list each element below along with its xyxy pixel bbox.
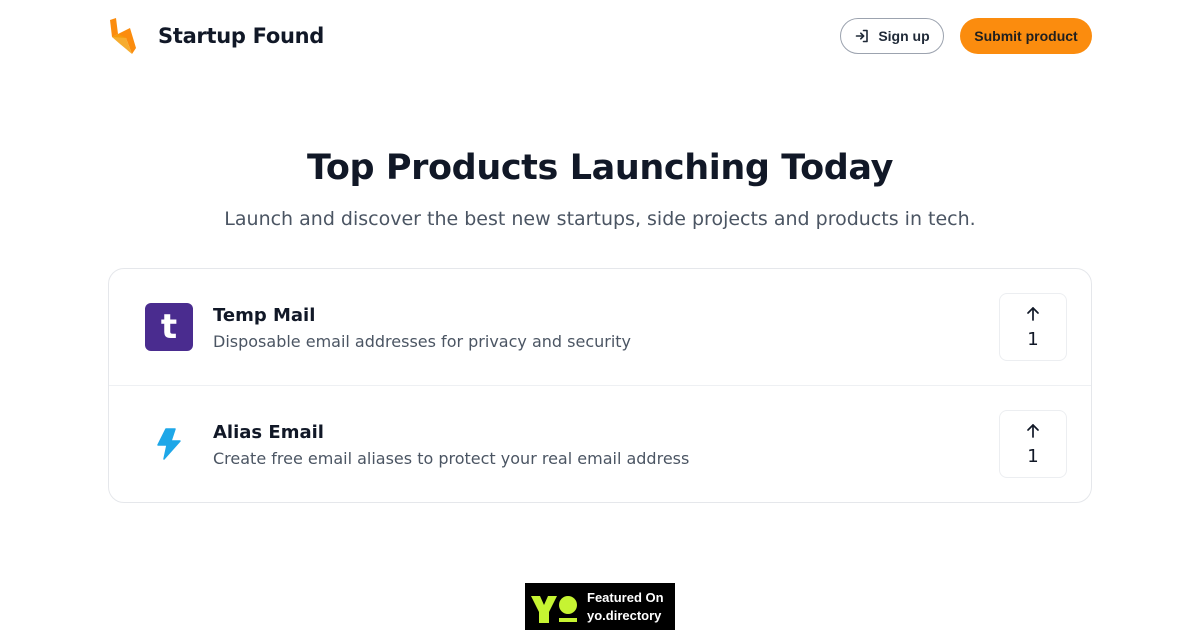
brand[interactable]: Startup Found — [108, 17, 324, 55]
arrow-up-icon — [1027, 306, 1039, 321]
upvote-button[interactable]: 1 — [999, 293, 1067, 361]
product-list: t Temp Mail Disposable email addresses f… — [108, 268, 1092, 503]
sign-up-label: Sign up — [878, 28, 930, 44]
featured-on-yo-directory-badge[interactable]: Featured On yo.directory — [525, 583, 675, 630]
upvote-button[interactable]: 1 — [999, 410, 1067, 478]
product-row-temp-mail[interactable]: t Temp Mail Disposable email addresses f… — [109, 269, 1091, 386]
product-description: Disposable email addresses for privacy a… — [213, 332, 632, 351]
alias-email-logo — [145, 420, 193, 468]
badge-text: Featured On yo.directory — [587, 589, 664, 625]
site-header: Startup Found Sign up Submit product — [0, 0, 1200, 72]
page-title: Top Products Launching Today — [307, 148, 893, 188]
brand-name: Startup Found — [158, 24, 324, 48]
temp-mail-logo: t — [145, 303, 193, 351]
product-description: Create free email aliases to protect you… — [213, 449, 690, 468]
product-row-alias-email[interactable]: Alias Email Create free email aliases to… — [109, 386, 1091, 502]
sign-in-arrow-icon — [856, 29, 869, 43]
page-subtitle: Launch and discover the best new startup… — [224, 208, 976, 230]
upvote-count: 1 — [1027, 328, 1039, 350]
badge-line-1: Featured On — [587, 590, 664, 605]
lightning-bolt-icon — [157, 428, 181, 460]
sign-up-button[interactable]: Sign up — [840, 18, 944, 54]
product-name[interactable]: Alias Email — [213, 422, 324, 443]
upvote-count: 1 — [1027, 445, 1039, 467]
badge-line-2: yo.directory — [587, 608, 662, 623]
submit-product-button[interactable]: Submit product — [960, 18, 1092, 54]
yo-directory-logo-icon — [531, 596, 577, 623]
startup-found-logo-icon — [110, 18, 136, 54]
arrow-up-icon — [1027, 423, 1039, 438]
product-name[interactable]: Temp Mail — [213, 305, 315, 326]
